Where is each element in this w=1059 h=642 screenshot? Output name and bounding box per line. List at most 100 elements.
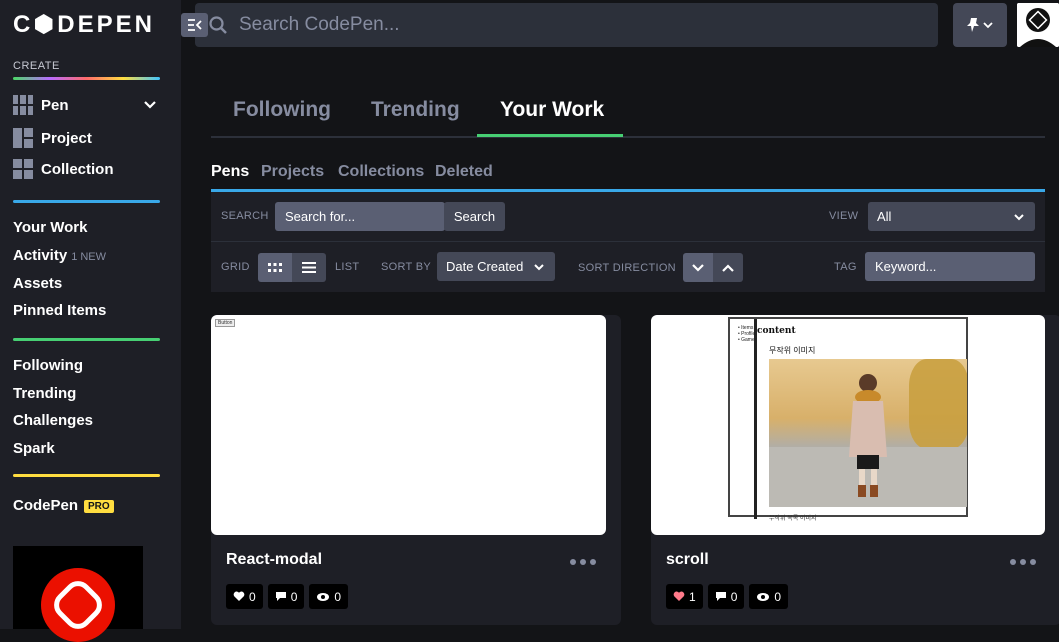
tab-trending[interactable]: Trending: [371, 98, 460, 122]
more-options-button[interactable]: [570, 559, 596, 565]
chevron-up-icon: [722, 263, 734, 272]
nav-trending[interactable]: Trending: [13, 385, 76, 402]
creative-cloud-icon: [41, 568, 115, 642]
pen-search-input[interactable]: Search for...: [275, 202, 445, 231]
main-tabs: Following Trending Your Work: [211, 88, 1045, 138]
create-collection-item[interactable]: Collection: [13, 159, 114, 179]
preview-list: • Items • Profile • Game: [738, 325, 756, 343]
comment-count: 0: [290, 589, 298, 604]
user-avatar[interactable]: [1017, 3, 1059, 47]
filter-bar: SEARCH Search for... Search VIEW All GRI…: [211, 192, 1045, 292]
heart-icon: [233, 591, 245, 601]
pen-search-button[interactable]: Search: [444, 202, 505, 231]
chevron-down-icon: [692, 263, 704, 272]
pen-search-placeholder: Search for...: [285, 209, 356, 224]
like-button[interactable]: 1: [666, 584, 703, 609]
create-project-label: Project: [41, 129, 92, 147]
like-button[interactable]: 0: [226, 584, 263, 609]
pen-preview[interactable]: • Items • Profile • Game content 무작위 이미지: [651, 315, 1045, 535]
view-count: 0: [334, 589, 342, 604]
subtab-collections[interactable]: Collections: [338, 163, 424, 181]
list-label: LIST: [335, 261, 360, 273]
nav-pinned-items[interactable]: Pinned Items: [13, 302, 106, 319]
nav-divider-yellow: [13, 474, 160, 477]
heart-icon: [673, 591, 685, 601]
pen-stats: 1 0 0: [666, 584, 789, 609]
collapse-sidebar-button[interactable]: [181, 13, 208, 37]
nav-challenges-label: Challenges: [13, 412, 94, 429]
project-grid-icon: [13, 128, 33, 148]
views-stat[interactable]: 0: [749, 584, 789, 609]
view-toggle: [258, 253, 326, 282]
pen-card-react-modal[interactable]: Button React-modal 0 0 0: [211, 315, 621, 625]
create-project-item[interactable]: Project: [13, 128, 92, 148]
grid-view-button[interactable]: [258, 253, 292, 282]
nav-your-work[interactable]: Your Work: [13, 219, 87, 236]
sortby-label: SORT BY: [381, 261, 431, 273]
person-illustration: [849, 374, 887, 497]
sortby-select[interactable]: Date Created: [437, 252, 555, 281]
site-search[interactable]: [195, 3, 938, 47]
subtab-projects[interactable]: Projects: [261, 163, 324, 181]
nav-assets[interactable]: Assets: [13, 275, 62, 292]
codepen-logo[interactable]: C⬢DEPEN: [13, 10, 155, 39]
pen-preview[interactable]: Button: [211, 315, 606, 535]
sortdir-label: SORT DIRECTION: [578, 262, 676, 274]
tab-your-work[interactable]: Your Work: [500, 98, 604, 122]
create-pen-item[interactable]: Pen: [13, 95, 69, 115]
create-collection-label: Collection: [41, 160, 114, 178]
nav-pinned-label: Pinned Items: [13, 302, 107, 319]
adobe-ad[interactable]: [13, 546, 143, 642]
search-icon: [209, 16, 227, 34]
nav-divider-blue: [13, 200, 160, 203]
like-count: 1: [689, 589, 696, 604]
comment-button[interactable]: 0: [267, 584, 305, 609]
nav-spark-label: Spark: [13, 440, 55, 457]
nav-spark[interactable]: Spark: [13, 440, 55, 457]
avatar-icon: [1017, 3, 1059, 47]
site-search-input[interactable]: [239, 14, 839, 36]
preview-heading: content: [757, 326, 796, 336]
view-label: VIEW: [829, 210, 859, 222]
pinned-items-button[interactable]: [953, 3, 1007, 47]
preview-bottom-text: 무작위 목록 이미지: [769, 516, 817, 522]
sidebar: C⬢DEPEN CREATE Pen Project Collection Yo…: [0, 0, 181, 642]
subtab-deleted[interactable]: Deleted: [435, 163, 493, 181]
tab-following[interactable]: Following: [233, 98, 331, 122]
nav-activity[interactable]: Activity 1 NEW: [13, 247, 106, 264]
comment-count: 0: [730, 589, 738, 604]
pen-title[interactable]: React-modal: [226, 551, 322, 569]
sort-asc-button[interactable]: [713, 253, 743, 282]
view-select-value: All: [877, 209, 892, 224]
nav-codepen-pro[interactable]: CodePen PRO: [13, 497, 114, 514]
pin-icon: [967, 18, 993, 32]
view-select[interactable]: All: [868, 202, 1035, 231]
chevron-down-icon[interactable]: [143, 98, 157, 112]
list-view-button[interactable]: [292, 253, 326, 282]
nav-challenges[interactable]: Challenges: [13, 412, 93, 429]
tag-input[interactable]: Keyword...: [865, 252, 1035, 281]
nav-following[interactable]: Following: [13, 357, 83, 374]
comment-button[interactable]: 0: [707, 584, 745, 609]
nav-following-label: Following: [13, 357, 83, 374]
tag-input-placeholder: Keyword...: [875, 259, 937, 274]
preview-photo: [769, 359, 967, 507]
subtab-pens[interactable]: Pens: [211, 163, 249, 181]
list-icon: [302, 262, 316, 273]
filter-row-divider: [211, 241, 1045, 242]
more-options-button[interactable]: [1010, 559, 1036, 565]
sort-desc-button[interactable]: [683, 253, 713, 282]
eye-icon: [317, 592, 330, 601]
codepen-pro-label: CodePen: [13, 497, 79, 514]
nav-activity-label: Activity: [13, 247, 68, 264]
create-divider: [13, 77, 160, 80]
pen-card-scroll[interactable]: • Items • Profile • Game content 무작위 이미지: [651, 315, 1059, 625]
preview-subheading: 무작위 이미지: [769, 346, 816, 355]
sortby-select-value: Date Created: [446, 259, 524, 274]
pen-title[interactable]: scroll: [666, 551, 709, 569]
search-label: SEARCH: [221, 210, 269, 222]
topbar: [181, 0, 1059, 50]
pen-stats: 0 0 0: [226, 584, 349, 609]
preview-frame: • Items • Profile • Game content 무작위 이미지: [728, 317, 968, 522]
views-stat[interactable]: 0: [309, 584, 349, 609]
